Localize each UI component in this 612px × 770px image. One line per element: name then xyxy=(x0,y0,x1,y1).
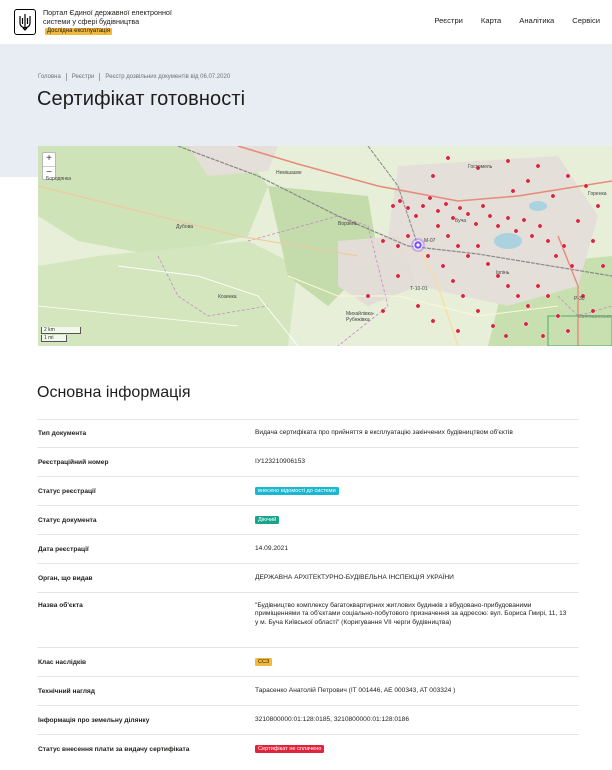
info-row-document-status: Статус документа Діючий xyxy=(37,505,579,534)
portal-title[interactable]: Портал Єдиної державної електронної сист… xyxy=(43,8,173,36)
map-scale: 2 km 1 mi xyxy=(41,326,81,342)
info-row-land-plot: Інформація про земельну ділянку 32108000… xyxy=(37,705,579,734)
portal-title-text: Портал Єдиної державної електронної сист… xyxy=(43,8,172,26)
page-title: Сертифікат готовності xyxy=(37,88,246,110)
nav-services[interactable]: Сервіси xyxy=(572,16,600,25)
row-label: Назва об'єкта xyxy=(38,602,83,609)
map-label-place: Козинка xyxy=(218,294,237,300)
info-row-object-name: Назва об'єкта "Будівництво комплексу баг… xyxy=(37,592,579,647)
row-label: Статус документа xyxy=(38,516,97,524)
breadcrumb: Головна Реєстри Реєстр дозвільних докуме… xyxy=(38,73,230,81)
row-label: Технічний нагляд xyxy=(38,687,95,695)
row-label: Тип документа xyxy=(38,430,87,437)
row-value: IУ123210906153 xyxy=(255,457,306,465)
breadcrumb-registries[interactable]: Реєстри xyxy=(72,74,95,80)
row-label: Клас наслідків xyxy=(38,658,87,666)
row-value: 3210800000:01:128:0185, 3210800000:01:12… xyxy=(255,715,410,723)
map-tiles xyxy=(38,146,612,346)
info-row-registration-status: Статус реєстрації внесено відомості до с… xyxy=(37,476,579,505)
info-row-payment-status: Статус внесення плати за видачу сертифік… xyxy=(37,734,579,763)
map-label-place: Дубова xyxy=(176,224,194,230)
zoom-in-button[interactable]: + xyxy=(43,153,55,166)
row-label: Реєстраційний номер xyxy=(38,458,109,466)
breadcrumb-separator xyxy=(65,73,67,81)
info-row-consequence-class: Клас наслідків СС3 xyxy=(37,647,579,676)
map-label-place: Немішаєве xyxy=(276,170,302,176)
breadcrumb-home[interactable]: Головна xyxy=(38,74,61,80)
info-row-issuing-authority: Орган, що видав ДЕРЖАВНА АРХІТЕКТУРНО-БУ… xyxy=(37,563,579,592)
beta-badge: Дослідна експлуатація xyxy=(45,28,113,36)
row-label: Інформація про земельну ділянку xyxy=(38,716,150,724)
map-label-place: Ірпінь xyxy=(496,270,510,276)
status-badge: Сертифікат не сплачено xyxy=(255,744,325,753)
info-row-document-type: Тип документа Видача сертифіката про при… xyxy=(37,419,579,447)
status-badge: внесено відомості до системи xyxy=(255,486,339,495)
info-row-technical-supervision: Технічний нагляд Тарасенко Анатолій Петр… xyxy=(37,676,579,705)
map-label-place: Буча xyxy=(455,218,467,224)
section-title: Основна інформація xyxy=(37,384,191,401)
info-row-registration-number: Реєстраційний номер IУ123210906153 xyxy=(37,447,579,476)
row-label: Дата реєстрації xyxy=(38,545,89,553)
nav-registries[interactable]: Реєстри xyxy=(434,16,463,25)
main-nav: Реєстри Карта Аналітика Сервіси xyxy=(434,16,600,25)
breadcrumb-current[interactable]: Реєстр дозвільних документів від 06.07.2… xyxy=(105,74,230,80)
scale-mi: 1 mi xyxy=(41,335,67,342)
map-label-road: М-07 xyxy=(424,238,436,244)
map-label-place: Михайлівка-Рубежівка xyxy=(346,311,375,323)
row-value: "Будівництво комплексу багатоквартирних … xyxy=(255,602,567,626)
status-badge: Діючий xyxy=(255,515,280,524)
map-label-place: Святошинське xyxy=(578,314,612,320)
map-label-place: Горенка xyxy=(588,191,607,197)
scale-km: 2 km xyxy=(41,327,81,334)
nav-analytics[interactable]: Аналітика xyxy=(519,16,554,25)
map-label-place: Бородянка xyxy=(46,176,71,182)
trident-icon xyxy=(19,14,31,31)
class-badge: СС3 xyxy=(255,657,273,666)
row-label: Орган, що видав xyxy=(38,574,93,582)
map-label-road: Т-10-01 xyxy=(410,286,428,292)
map-label-road: Р-30 xyxy=(574,296,585,302)
row-value: 14.09.2021 xyxy=(255,544,289,552)
row-value: Тарасенко Анатолій Петрович (IT 001446, … xyxy=(255,686,456,694)
map-label-place: Гостомель xyxy=(468,164,493,170)
nav-map[interactable]: Карта xyxy=(481,16,501,25)
site-header: Портал Єдиної державної електронної сист… xyxy=(0,0,612,44)
info-row-registration-date: Дата реєстрації 14.09.2021 xyxy=(37,534,579,563)
breadcrumb-separator xyxy=(99,73,101,81)
row-label: Статус реєстрації xyxy=(38,487,96,495)
row-value: Видача сертифіката про прийняття в експл… xyxy=(255,429,513,437)
map-label-place: Ворзель xyxy=(338,221,358,227)
row-value: ДЕРЖАВНА АРХІТЕКТУРНО-БУДІВЕЛЬНА ІНСПЕКЦ… xyxy=(255,573,454,581)
coat-of-arms-logo[interactable] xyxy=(14,9,36,35)
row-label: Статус внесення плати за видачу сертифік… xyxy=(38,745,190,753)
location-map[interactable]: + − Немішаєве Бородянка Ворзель Буча Ірп… xyxy=(38,146,612,346)
info-table: Тип документа Видача сертифіката про при… xyxy=(37,419,579,763)
